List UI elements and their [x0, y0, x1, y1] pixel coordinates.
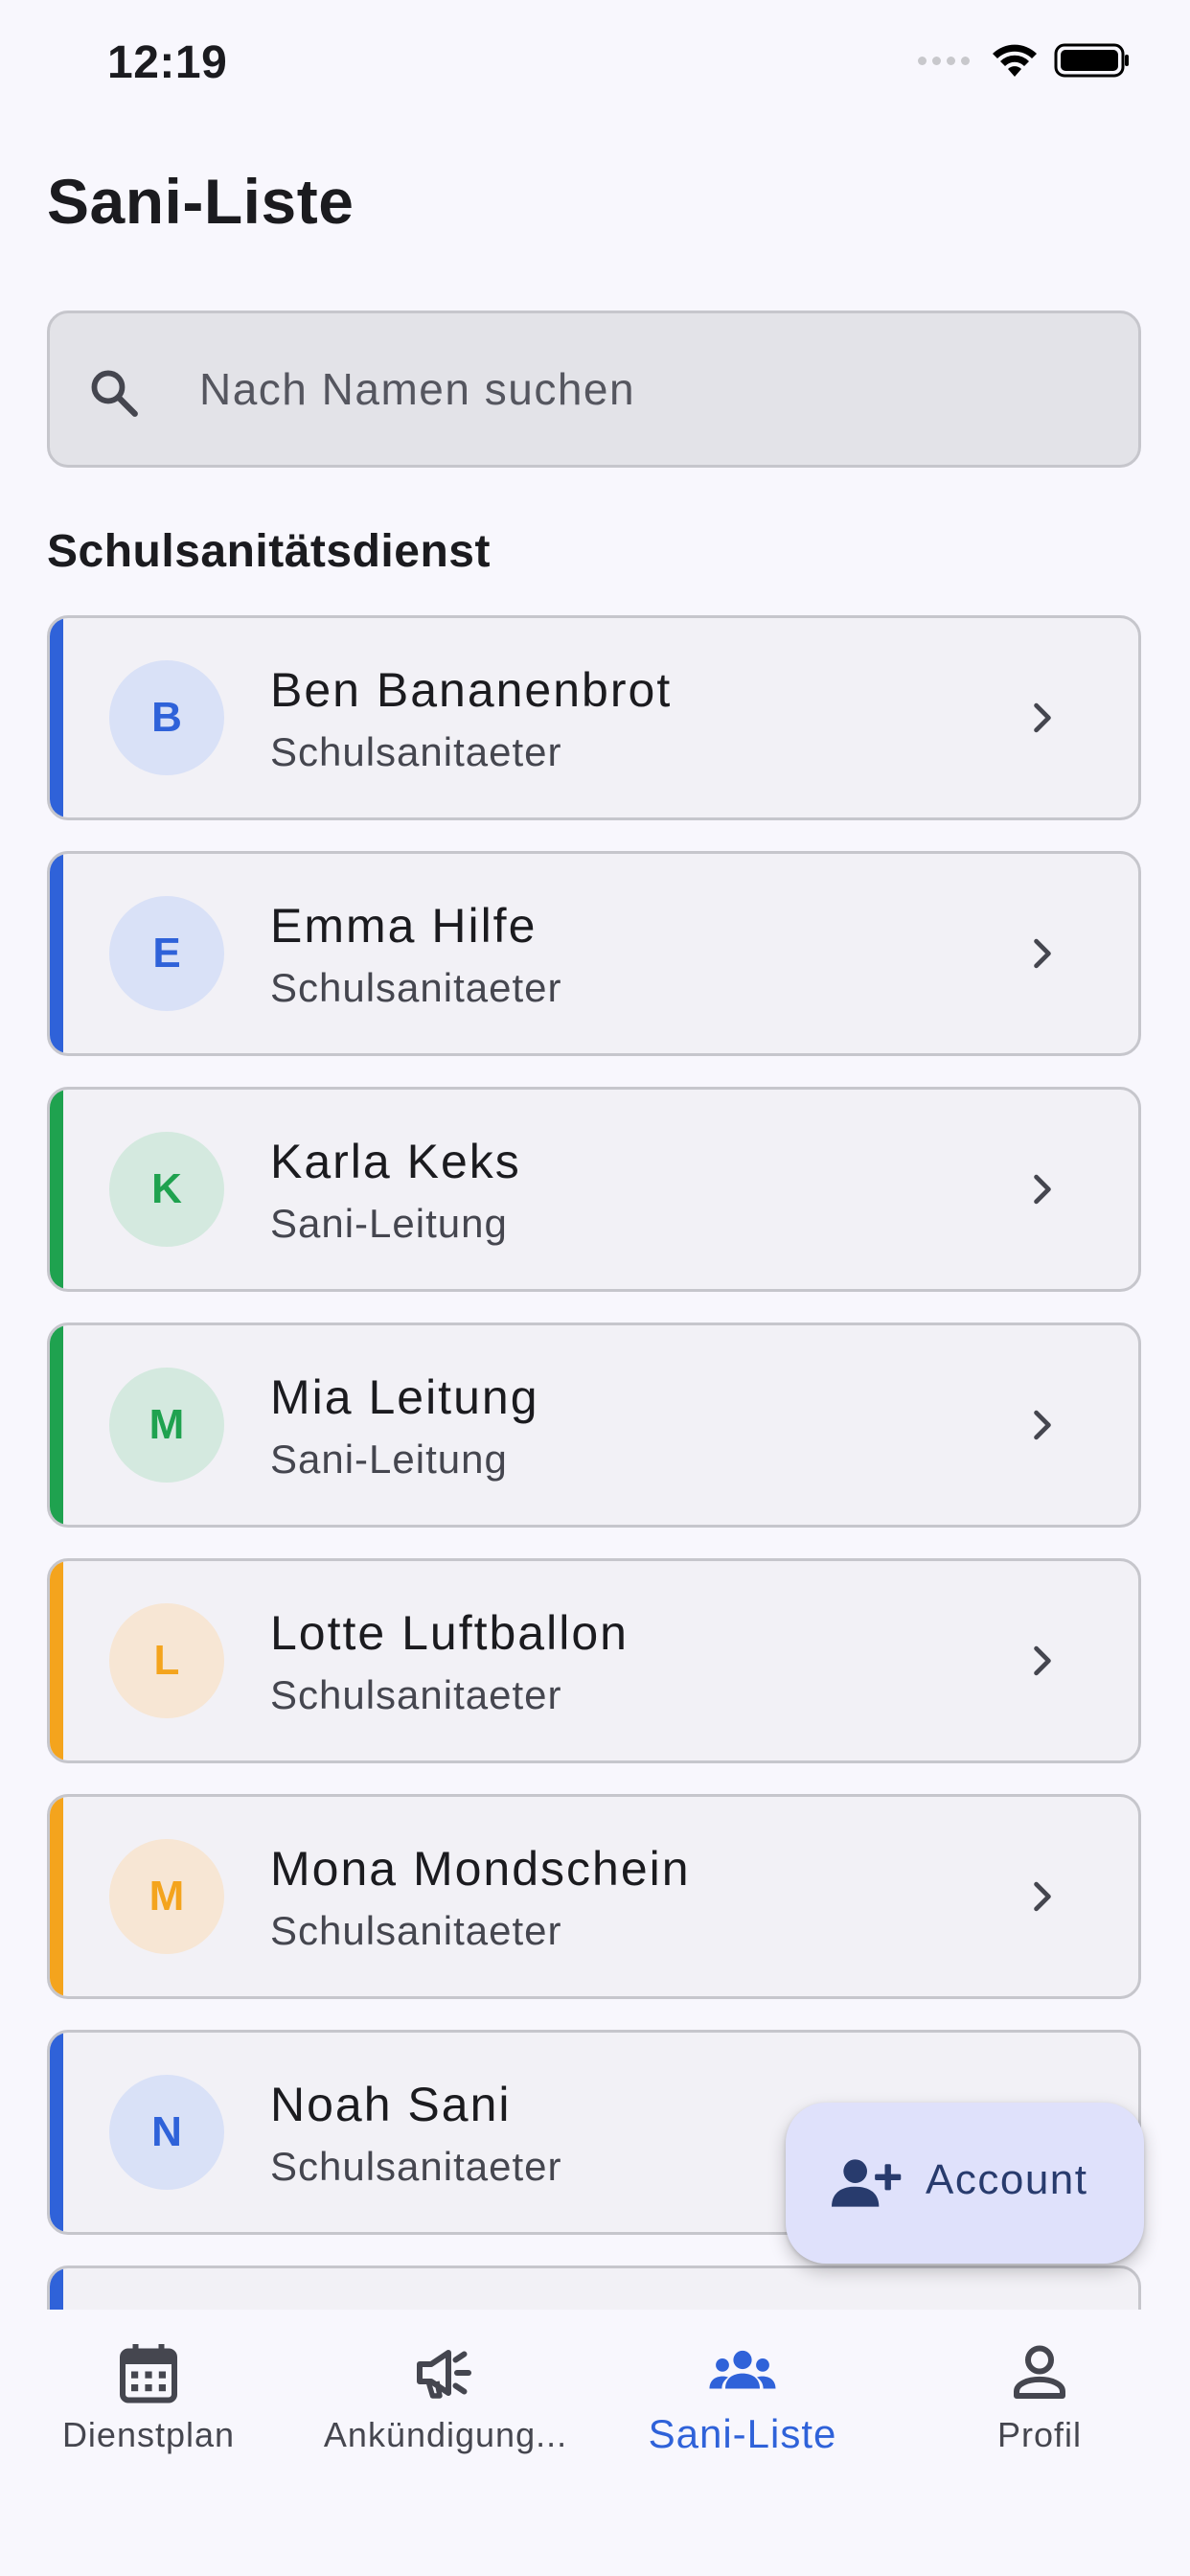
list-item[interactable]: M Mona Mondschein Schulsanitaeter — [47, 1794, 1141, 1999]
section-title: Schulsanitätsdienst — [47, 526, 491, 577]
list-item[interactable]: M Mia Leitung Sani-Leitung — [47, 1322, 1141, 1528]
member-role: Sani-Leitung — [270, 1437, 508, 1482]
member-name: Noah Sani — [270, 2078, 512, 2131]
status-time: 12:19 — [107, 37, 228, 88]
role-accent-bar — [50, 618, 63, 817]
chevron-right-icon — [1034, 702, 1051, 733]
member-name: Karla Keks — [270, 1135, 521, 1188]
nav-item-dienstplan[interactable]: Dienstplan — [0, 2310, 297, 2501]
person-add-icon — [832, 2159, 902, 2207]
nav-item-profil[interactable]: Profil — [891, 2310, 1188, 2501]
member-name: Lotte Luftballon — [270, 1606, 629, 1660]
person-icon — [1014, 2345, 1065, 2399]
role-accent-bar — [50, 854, 63, 1053]
member-name: Ben Bananenbrot — [270, 663, 673, 717]
cellular-signal-icon — [918, 56, 970, 65]
role-accent-bar — [50, 1561, 63, 1760]
avatar: M — [109, 1839, 224, 1954]
member-role: Schulsanitaeter — [270, 1672, 562, 1717]
role-accent-bar — [50, 1325, 63, 1525]
chevron-right-icon — [1034, 1645, 1051, 1676]
nav-item-sani-liste[interactable]: Sani-Liste — [594, 2310, 891, 2501]
nav-label: Sani-Liste — [648, 2411, 837, 2456]
list-item[interactable] — [47, 2266, 1141, 2310]
member-role: Schulsanitaeter — [270, 729, 562, 774]
member-name: Mona Mondschein — [270, 1842, 691, 1896]
calendar-icon — [120, 2344, 177, 2404]
role-accent-bar — [50, 2033, 63, 2232]
member-name: Mia Leitung — [270, 1370, 539, 1424]
avatar: B — [109, 660, 224, 775]
member-list: B Ben Bananenbrot Schulsanitaeter E Emma… — [47, 615, 1141, 2310]
list-item[interactable]: E Emma Hilfe Schulsanitaeter — [47, 851, 1141, 1056]
role-accent-bar — [50, 1797, 63, 1996]
nav-label: Dienstplan — [61, 2415, 236, 2454]
member-role: Sani-Leitung — [270, 1201, 508, 1246]
role-accent-bar — [50, 1090, 63, 1289]
member-role: Schulsanitaeter — [270, 2144, 562, 2189]
list-item[interactable]: K Karla Keks Sani-Leitung — [47, 1087, 1141, 1292]
avatar: L — [109, 1603, 224, 1718]
page-title: Sani-Liste — [47, 166, 355, 237]
battery-icon — [1054, 43, 1129, 78]
avatar: N — [109, 2075, 224, 2190]
status-bar: 12:19 — [0, 0, 1190, 134]
add-account-button[interactable]: Account — [786, 2103, 1144, 2264]
search-icon — [91, 370, 138, 417]
chevron-right-icon — [1034, 1881, 1051, 1912]
status-icons — [918, 42, 1131, 79]
list-item[interactable]: L Lotte Luftballon Schulsanitaeter — [47, 1558, 1141, 1763]
list-item[interactable]: B Ben Bananenbrot Schulsanitaeter — [47, 615, 1141, 820]
wifi-icon — [993, 44, 1037, 77]
add-account-label: Account — [926, 2156, 1088, 2203]
nav-label: Profil — [996, 2415, 1083, 2454]
group-icon — [709, 2350, 776, 2389]
member-role: Schulsanitaeter — [270, 965, 562, 1010]
chevron-right-icon — [1034, 1174, 1051, 1205]
search-bar[interactable] — [47, 310, 1141, 468]
bottom-navigation: Dienstplan Ankündigung... Sani-Liste Pro… — [0, 2310, 1190, 2576]
megaphone-icon — [417, 2350, 471, 2399]
nav-label: Ankündigung... — [323, 2415, 568, 2454]
avatar: M — [109, 1368, 224, 1483]
role-accent-bar — [50, 2268, 63, 2310]
chevron-right-icon — [1034, 1410, 1051, 1440]
avatar: K — [109, 1132, 224, 1247]
nav-item-ankuendigungen[interactable]: Ankündigung... — [297, 2310, 594, 2501]
chevron-right-icon — [1034, 938, 1051, 969]
search-input[interactable] — [199, 313, 1110, 465]
member-role: Schulsanitaeter — [270, 1908, 562, 1953]
member-name: Emma Hilfe — [270, 899, 538, 953]
avatar: E — [109, 896, 224, 1011]
